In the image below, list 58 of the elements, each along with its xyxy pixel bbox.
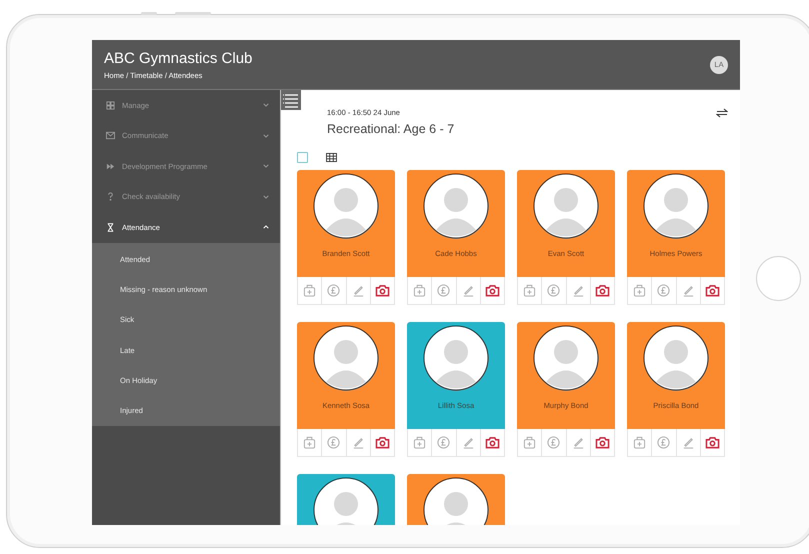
- pound-coin-icon: [657, 436, 670, 449]
- camera-icon: [594, 284, 610, 297]
- first-aid-kit-icon: [523, 436, 536, 449]
- first-aid-kit-icon: [413, 284, 426, 297]
- pound-coin-icon: [437, 436, 450, 449]
- pencil-icon: [352, 284, 365, 297]
- chevron-down-icon: [263, 194, 269, 199]
- pound-coin-icon: [547, 284, 560, 297]
- first-aid-kit-icon: [633, 284, 646, 297]
- envelope-icon: [106, 131, 115, 140]
- pound-coin-icon: [327, 284, 340, 297]
- pencil-icon: [462, 284, 475, 297]
- select-all-checkbox[interactable]: [297, 152, 308, 163]
- hourglass-icon: [106, 222, 115, 232]
- pencil-icon: [572, 436, 585, 449]
- table-view-icon[interactable]: [326, 153, 337, 162]
- pencil-icon: [682, 284, 695, 297]
- camera-icon: [484, 284, 500, 297]
- chevron-down-icon: [263, 103, 269, 108]
- app-title: ABC Gymnastics Club: [104, 50, 254, 66]
- avatar-placeholder: [643, 325, 709, 391]
- avatar-placeholder: [313, 325, 379, 391]
- grid-icon: [106, 100, 115, 110]
- pound-coin-icon: [657, 284, 670, 297]
- first-aid-kit-icon: [303, 436, 316, 449]
- chevron-up-icon: [263, 225, 269, 230]
- avatar-placeholder: [313, 477, 379, 525]
- avatar-placeholder: [423, 477, 489, 525]
- chevron-down-icon: [263, 164, 269, 168]
- camera-icon: [594, 436, 610, 449]
- first-aid-kit-icon: [633, 436, 646, 449]
- pencil-icon: [572, 284, 585, 297]
- fast-forward-icon: [106, 162, 115, 171]
- camera-icon: [704, 436, 720, 449]
- camera-icon: [484, 436, 500, 449]
- avatar-placeholder: [533, 173, 599, 239]
- camera-icon: [374, 284, 390, 297]
- pound-coin-icon: [327, 436, 340, 449]
- avatar-placeholder: [423, 173, 489, 239]
- swap-icon[interactable]: [716, 108, 728, 118]
- camera-icon: [704, 284, 720, 297]
- avatar-placeholder: [643, 173, 709, 239]
- camera-icon: [374, 436, 390, 449]
- pencil-icon: [462, 436, 475, 449]
- pencil-icon: [682, 436, 695, 449]
- first-aid-kit-icon: [523, 284, 536, 297]
- avatar-placeholder: [533, 325, 599, 391]
- menu-toggle-button[interactable]: [281, 90, 301, 110]
- avatar-placeholder: [423, 325, 489, 391]
- first-aid-kit-icon: [303, 284, 316, 297]
- avatar-placeholder: [313, 173, 379, 239]
- pound-coin-icon: [437, 284, 450, 297]
- pound-coin-icon: [547, 436, 560, 449]
- pencil-icon: [352, 436, 365, 449]
- chevron-down-icon: [263, 134, 269, 138]
- help-icon: [106, 192, 115, 202]
- session-title: Recreational: Age 6 - 7: [327, 122, 456, 136]
- first-aid-kit-icon: [413, 436, 426, 449]
